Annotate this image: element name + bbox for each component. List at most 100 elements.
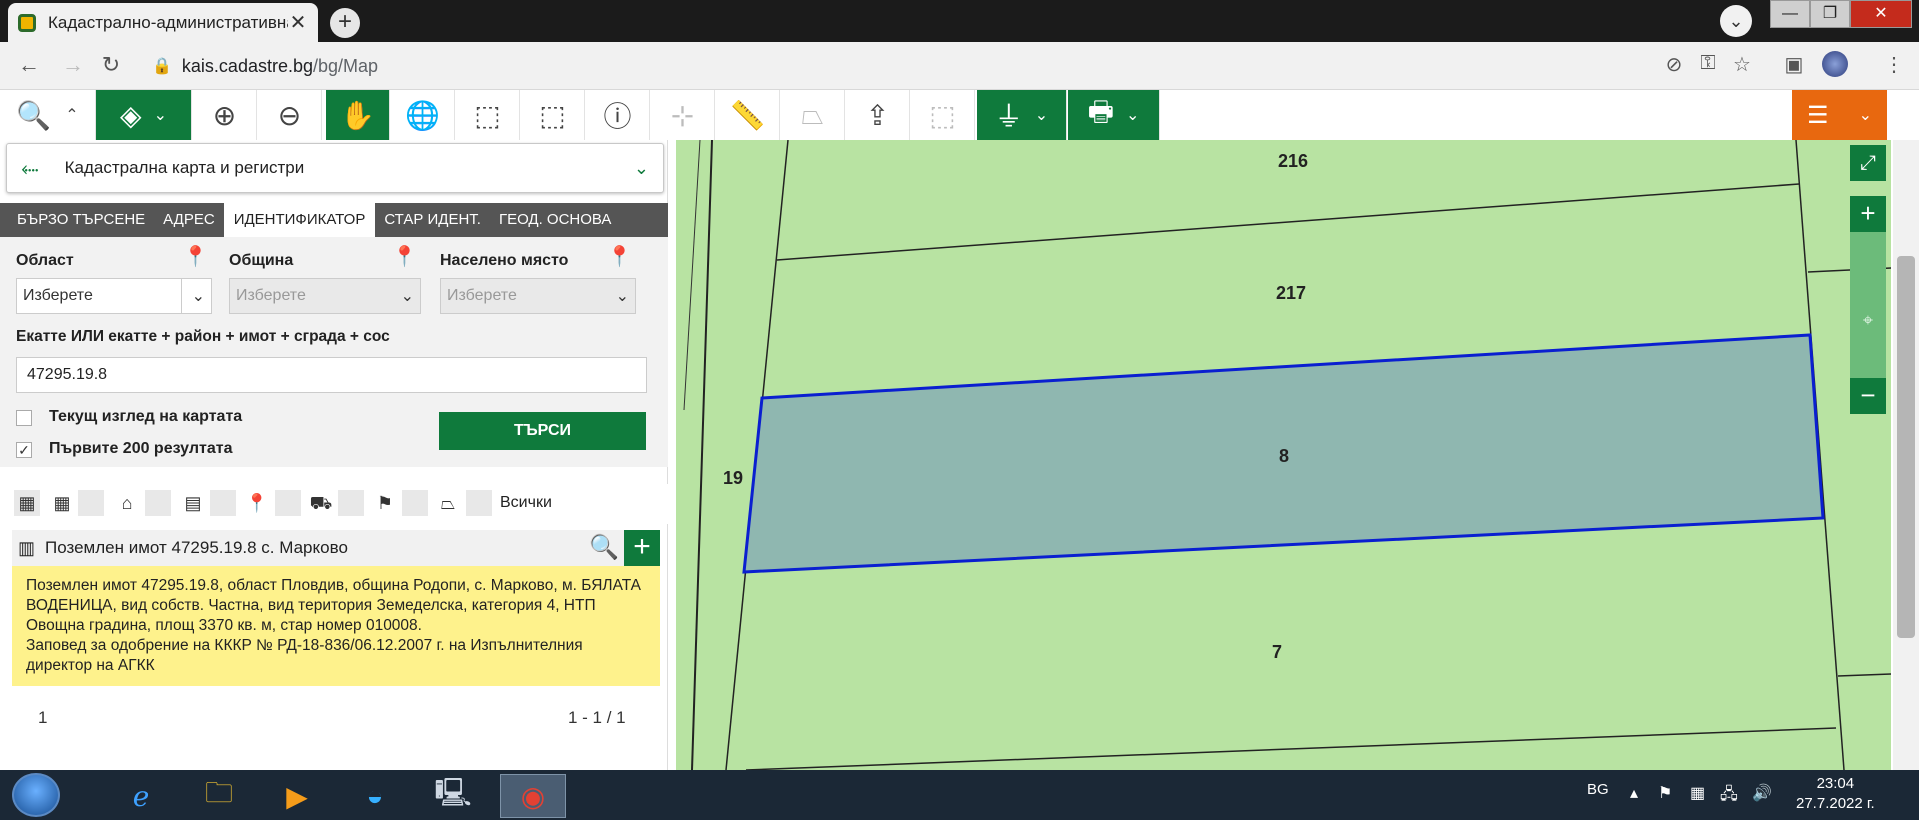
print-button[interactable]: 🖶 ⌄ [1068,90,1160,140]
zoom-slider-handle-icon[interactable]: ⌖ [1850,300,1886,340]
media-player-icon[interactable]: ▶ [264,774,330,818]
polygon-icon[interactable]: ⏢ [435,490,461,516]
apartment-icon[interactable]: ▤ [180,490,206,516]
pan-button[interactable]: ✋ [326,90,390,140]
location-pin-icon[interactable]: 📍 [244,490,270,516]
window-minimize-button[interactable]: — [1770,0,1810,28]
main-menu-button[interactable]: ☰ ⌄ [1792,90,1887,140]
tab-address[interactable]: АДРЕС [154,203,224,237]
measure-area-button[interactable]: ⏢ [781,90,845,140]
region-select-value: Изберете [23,287,93,304]
blank-filter-icon[interactable] [466,490,492,516]
blank-filter-icon[interactable] [402,490,428,516]
search-toggle-button[interactable]: 🔍 ⌃ [0,90,96,140]
back-arrow-icon[interactable]: ← [14,52,44,78]
region-select[interactable]: Изберете ⌄ [16,278,212,314]
new-tab-button[interactable]: + [330,8,360,38]
key-icon[interactable]: ⚿ [1694,52,1722,75]
flag-icon[interactable]: ⚑ [372,490,398,516]
fullscreen-button[interactable]: ⤢ [1850,145,1886,181]
blank-filter-icon[interactable] [210,490,236,516]
profile-avatar[interactable] [1822,51,1848,77]
tab-geodetic-base[interactable]: ГЕОД. ОСНОВА [490,203,620,237]
language-indicator[interactable]: BG [1587,781,1609,798]
municipality-select-value: Изберете [236,287,306,304]
identify-button[interactable]: ⓘ [586,90,650,140]
municipality-select[interactable]: Изберете ⌄ [229,278,421,314]
remote-desktop-icon[interactable]: 🖳 [420,774,486,818]
edge-icon[interactable]: ◒ [342,774,408,818]
settlement-select[interactable]: Изберете ⌄ [440,278,636,314]
browser-menu-icon[interactable]: ⋮ [1880,52,1908,77]
location-pin-icon[interactable]: 📍 [392,244,417,269]
result-header[interactable]: ▥ Поземлен имот 47295.19.8 с. Марково [12,530,660,566]
reload-icon[interactable]: ↻ [96,52,126,78]
first-200-checkbox[interactable]: ✓ [16,442,32,458]
road-icon[interactable]: ⛟ [308,490,334,516]
zoom-to-result-icon[interactable]: 🔍 [586,530,622,566]
page-number[interactable]: 1 [38,708,47,728]
zoom-in-button[interactable]: ⊕ [193,90,257,140]
scrollbar-thumb[interactable] [1897,256,1915,638]
blank-filter-icon[interactable] [78,490,104,516]
chevron-down-icon: ⌄ [1034,107,1049,124]
current-view-checkbox[interactable] [16,410,32,426]
system-clock[interactable]: 23:04 27.7.2022 г. [1796,774,1875,814]
first-200-label: Първите 200 резултата [49,440,233,457]
location-pin-icon[interactable]: 📍 [607,244,632,269]
home-icon[interactable]: ⌂ [114,490,140,516]
upload-button[interactable]: ⇪ [846,90,910,140]
internet-explorer-icon[interactable]: ℯ [108,774,174,818]
measure-distance-button[interactable]: 📏 [716,90,780,140]
extent-back-icon: ⬚ [474,99,501,131]
map-canvas[interactable]: 216 217 8 7 19 [676,140,1891,770]
tray-app-icon[interactable]: ▦ [1690,783,1705,803]
show-hidden-icons-icon[interactable]: ▴ [1630,783,1638,803]
add-result-button[interactable]: + [624,530,660,566]
action-center-flag-icon[interactable]: ⚑ [1658,783,1672,803]
tab-identifier[interactable]: ИДЕНТИФИКАТОР [223,203,376,237]
file-explorer-icon[interactable]: 🗀 [186,774,252,818]
address-bar[interactable]: 🔒 kais.cadastre.bg/bg/Map [140,49,1755,83]
tab-old-identifier[interactable]: СТАР ИДЕНТ. [375,203,490,237]
window-maximize-button[interactable]: ❐ [1810,0,1850,28]
zoom-out-button[interactable]: ⊖ [258,90,322,140]
tab-search-chevron-icon[interactable]: ⌄ [1720,5,1752,37]
tab-quick-search[interactable]: БЪРЗО ТЪРСЕНЕ [0,203,154,237]
cadastral-map[interactable]: 216 217 8 7 19 [676,140,1891,770]
select-area-button[interactable]: ⬚ [911,90,975,140]
blank-filter-icon[interactable] [145,490,171,516]
blank-filter-icon[interactable] [338,490,364,516]
window-close-button[interactable]: ✕ [1850,0,1912,28]
camera-off-icon[interactable]: ⊘ [1660,52,1688,77]
all-filter-label[interactable]: Всички [500,494,552,512]
forward-arrow-icon[interactable]: → [58,52,88,78]
buildings-grid-icon[interactable]: ▦ [49,490,75,516]
lock-icon: 🔒 [152,58,172,75]
volume-icon[interactable]: 🔊 [1752,783,1772,803]
blank-filter-icon[interactable] [275,490,301,516]
location-pin-icon[interactable]: 📍 [183,244,208,269]
map-zoom-out-button[interactable]: − [1850,378,1886,414]
identifier-input[interactable]: 47295.19.8 [16,357,647,393]
settlement-label: Населено място [440,252,569,269]
layer-selector[interactable]: ⬸ Кадастрална карта и регистри ⌄ [6,143,664,193]
chrome-icon[interactable]: ◉ [500,774,566,818]
previous-extent-button[interactable]: ⬚ [456,90,520,140]
result-description-line2: Заповед за одобрение на КККР № РД-18-836… [26,637,583,674]
side-panel-icon[interactable]: ▣ [1780,52,1808,77]
browser-tab[interactable]: Кадастрално-административна ✕ [8,3,318,42]
layers-button[interactable]: ◈ ⌄ [96,90,192,140]
bookmark-star-icon[interactable]: ☆ [1728,52,1756,77]
network-icon[interactable]: 🖧 [1720,783,1738,810]
search-button[interactable]: ТЪРСИ [439,412,646,450]
map-layers-menu-button[interactable]: ⏚ ⌄ [977,90,1067,140]
map-zoom-in-button[interactable]: + [1850,196,1886,232]
tab-close-icon[interactable]: ✕ [288,10,308,35]
back-arrow-icon[interactable]: ⬸ [21,155,39,181]
parcels-grid-icon[interactable]: ▦ [14,490,40,516]
full-extent-button[interactable]: 🌐 [391,90,455,140]
next-extent-button[interactable]: ⬚ [521,90,585,140]
coordinates-button[interactable]: ⊹ [651,90,715,140]
start-button[interactable] [12,773,60,817]
